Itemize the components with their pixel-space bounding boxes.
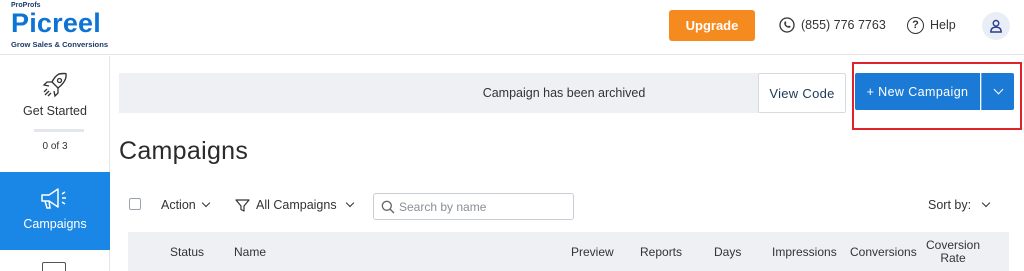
new-campaign-button[interactable]: + New Campaign	[855, 73, 980, 110]
rocket-icon	[42, 72, 67, 98]
search-box	[373, 193, 574, 220]
filter-label: All Campaigns	[256, 198, 337, 212]
page-title: Campaigns	[119, 137, 249, 165]
sidebar: Get Started 0 of 3 Campaigns	[0, 56, 110, 271]
get-started-progress-bar	[34, 129, 84, 132]
chevron-down-icon	[993, 84, 1003, 95]
logo-brand-text: Picreel	[11, 8, 101, 38]
sidebar-item-label: Get Started	[23, 104, 87, 118]
search-icon	[381, 200, 395, 214]
reports-icon[interactable]	[42, 262, 66, 271]
chevron-down-icon	[345, 198, 354, 208]
notification-message: Campaign has been archived	[482, 86, 646, 100]
column-header-status[interactable]: Status	[170, 232, 204, 271]
picreel-logo[interactable]: ProProfs Picreel Grow Sales & Conversion…	[11, 2, 121, 52]
user-icon	[990, 19, 1002, 33]
chevron-down-icon	[981, 198, 991, 208]
select-all-checkbox[interactable]	[129, 198, 141, 210]
column-header-conversions[interactable]: Conversions	[850, 232, 917, 271]
sidebar-item-get-started[interactable]: Get Started 0 of 3	[0, 56, 110, 171]
column-header-impressions[interactable]: Impressions	[772, 232, 837, 271]
column-header-conversion-rate[interactable]: Coversion Rate	[925, 232, 981, 271]
column-header-preview[interactable]: Preview	[571, 232, 614, 271]
new-campaign-dropdown-button[interactable]	[981, 73, 1014, 110]
campaign-filter-dropdown[interactable]: All Campaigns	[235, 197, 354, 213]
get-started-progress-text: 0 of 3	[42, 141, 68, 152]
chevron-down-icon	[201, 198, 210, 208]
sort-label: Sort by:	[928, 198, 972, 212]
sidebar-item-campaigns[interactable]: Campaigns	[0, 172, 110, 250]
column-header-name[interactable]: Name	[234, 232, 266, 271]
top-header: ProProfs Picreel Grow Sales & Conversion…	[0, 0, 1024, 55]
user-avatar[interactable]	[982, 12, 1010, 40]
phone-number: (855) 776 7763	[801, 18, 886, 32]
sort-dropdown[interactable]: Sort by:	[928, 197, 991, 213]
action-label: Action	[161, 198, 196, 212]
table-header: Status Name Preview Reports Days Impress…	[128, 232, 1009, 271]
column-header-line: Rate	[940, 250, 966, 265]
search-input[interactable]	[399, 195, 569, 218]
megaphone-icon	[41, 188, 66, 209]
help-icon: ?	[907, 16, 924, 34]
column-header-reports[interactable]: Reports	[640, 232, 682, 271]
logo-tagline: Grow Sales & Conversions	[11, 40, 109, 49]
help-label: Help	[930, 18, 956, 32]
filter-icon	[235, 198, 250, 212]
column-header-days[interactable]: Days	[714, 232, 741, 271]
upgrade-button[interactable]: Upgrade	[669, 10, 755, 41]
view-code-button[interactable]: View Code	[758, 73, 846, 113]
action-dropdown[interactable]: Action	[161, 197, 210, 213]
archive-notification: Campaign has been archived	[119, 73, 759, 113]
phone-icon	[779, 17, 795, 33]
help-link[interactable]: ? Help	[907, 15, 956, 35]
sidebar-item-label: Campaigns	[23, 217, 87, 231]
column-header-line: Coversion	[925, 237, 981, 252]
phone-link[interactable]: (855) 776 7763	[779, 15, 886, 35]
